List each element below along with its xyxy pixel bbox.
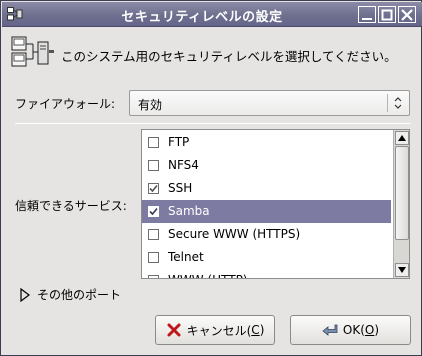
- cancel-label-suffix: ): [259, 323, 265, 337]
- service-row[interactable]: Samba: [142, 200, 391, 223]
- firewall-label: ファイアウォール:: [15, 97, 116, 111]
- service-row[interactable]: WWW (HTTP): [142, 269, 391, 278]
- cancel-button[interactable]: キャンセル(C): [155, 315, 275, 345]
- service-label: SSH: [168, 181, 193, 195]
- scroll-down-button[interactable]: [395, 263, 409, 277]
- minimize-button[interactable]: [358, 6, 376, 23]
- service-row[interactable]: Telnet: [142, 246, 391, 269]
- trusted-services-label: 信頼できるサービス:: [15, 199, 127, 213]
- service-label: Telnet: [168, 250, 204, 264]
- close-button[interactable]: [398, 6, 416, 23]
- window-menu-icon[interactable]: [7, 7, 23, 21]
- ok-label-prefix: OK(: [342, 323, 365, 337]
- combo-separator: [387, 94, 388, 112]
- cancel-mnemonic: C: [251, 323, 260, 337]
- other-ports-expander[interactable]: その他のポート: [19, 286, 121, 303]
- maximize-icon: [381, 9, 393, 20]
- service-checkbox[interactable]: [148, 252, 159, 263]
- ok-label-suffix: ): [374, 323, 380, 337]
- list-scrollbar[interactable]: [393, 130, 409, 278]
- service-label: NFS4: [168, 158, 199, 172]
- service-label: FTP: [168, 135, 190, 149]
- updown-arrows-icon: [394, 97, 402, 109]
- service-label: WWW (HTTP): [168, 273, 247, 278]
- service-row[interactable]: Secure WWW (HTTPS): [142, 223, 391, 246]
- header-instruction: このシステム用のセキュリティレベルを選択してください。: [61, 49, 397, 64]
- arrow-down-icon: [398, 267, 406, 273]
- checkmark-icon: [149, 184, 158, 193]
- window-title: セキュリティレベルの設定: [121, 10, 283, 25]
- security-level-dialog: セキュリティレベルの設定 このシステム用のセキュリティレベルを選択してください。…: [0, 0, 422, 356]
- ok-button[interactable]: OK(O): [290, 315, 411, 345]
- firewall-value: 有効: [138, 98, 163, 112]
- trusted-services-list[interactable]: FTP NFS4 SSH Samba Secure WWW (HTTPS) Telnet W…: [141, 129, 410, 279]
- cancel-label-prefix: キャンセル(: [186, 323, 252, 338]
- service-checkbox[interactable]: [148, 275, 159, 278]
- minimize-icon: [362, 17, 372, 20]
- arrow-up-icon: [398, 135, 406, 141]
- expander-arrow-icon: [20, 287, 30, 302]
- service-checkbox[interactable]: [148, 229, 159, 240]
- service-row[interactable]: SSH: [142, 177, 391, 200]
- service-checkbox[interactable]: [148, 137, 159, 148]
- ok-mnemonic: O: [364, 323, 375, 337]
- divider: [15, 123, 411, 124]
- server-network-icon: [11, 36, 54, 67]
- close-icon: [401, 8, 413, 21]
- service-label: Samba: [168, 204, 210, 218]
- scroll-up-button[interactable]: [395, 131, 409, 145]
- checkmark-icon: [149, 207, 158, 216]
- service-label: Secure WWW (HTTPS): [168, 227, 301, 241]
- service-row[interactable]: FTP: [142, 131, 391, 154]
- title-bar[interactable]: セキュリティレベルの設定: [2, 2, 422, 27]
- maximize-button[interactable]: [378, 6, 396, 23]
- service-row[interactable]: NFS4: [142, 154, 391, 177]
- firewall-select[interactable]: 有効: [129, 90, 410, 116]
- ok-enter-icon: [322, 324, 338, 336]
- service-checkbox[interactable]: [148, 183, 159, 194]
- scroll-thumb[interactable]: [395, 146, 409, 240]
- other-ports-label: その他のポート: [37, 288, 122, 302]
- service-checkbox[interactable]: [148, 206, 159, 217]
- service-checkbox[interactable]: [148, 160, 159, 171]
- cancel-x-icon: [167, 323, 181, 337]
